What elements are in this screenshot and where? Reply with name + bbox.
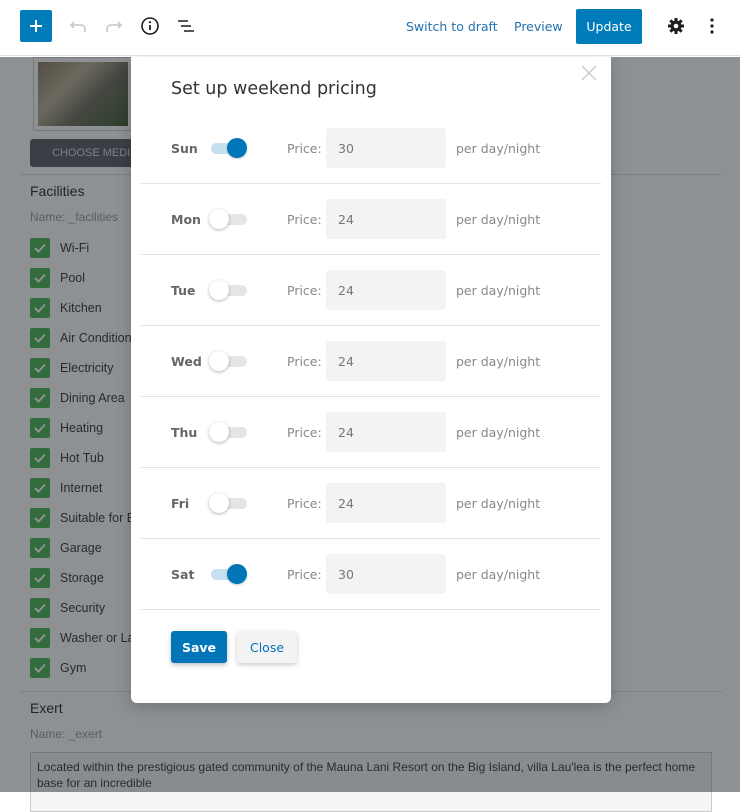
day-pricing-row: Sat Price: per day/night bbox=[141, 539, 601, 610]
list-outline-icon bbox=[178, 20, 194, 32]
price-unit-label: per day/night bbox=[456, 425, 541, 440]
undo-icon bbox=[69, 21, 86, 32]
price-input[interactable] bbox=[326, 128, 446, 168]
price-unit-label: per day/night bbox=[456, 567, 541, 582]
price-input[interactable] bbox=[326, 199, 446, 239]
price-unit-label: per day/night bbox=[456, 496, 541, 511]
day-label: Mon bbox=[171, 212, 201, 227]
price-label: Price: bbox=[287, 283, 322, 298]
switch-to-draft-button[interactable]: Switch to draft bbox=[406, 19, 498, 34]
add-block-button[interactable] bbox=[20, 10, 52, 42]
price-label: Price: bbox=[287, 212, 322, 227]
day-label: Sun bbox=[171, 141, 198, 156]
gear-icon bbox=[668, 18, 684, 34]
toggle-knob bbox=[227, 564, 247, 584]
plus-icon bbox=[30, 20, 42, 32]
info-icon bbox=[141, 17, 159, 35]
price-label: Price: bbox=[287, 354, 322, 369]
price-input[interactable] bbox=[326, 483, 446, 523]
price-input[interactable] bbox=[326, 270, 446, 310]
day-enabled-toggle[interactable] bbox=[211, 564, 247, 584]
list-view-button[interactable] bbox=[172, 12, 200, 40]
price-unit-label: per day/night bbox=[456, 283, 541, 298]
day-enabled-toggle[interactable] bbox=[211, 138, 247, 158]
toggle-knob bbox=[209, 422, 229, 442]
price-unit-label: per day/night bbox=[456, 141, 541, 156]
day-label: Sat bbox=[171, 567, 195, 582]
day-enabled-toggle[interactable] bbox=[209, 422, 247, 442]
day-label: Wed bbox=[171, 354, 202, 369]
day-label: Fri bbox=[171, 496, 190, 511]
price-input[interactable] bbox=[326, 412, 446, 452]
day-pricing-row: Wed Price: per day/night bbox=[141, 326, 601, 397]
toggle-knob bbox=[209, 351, 229, 371]
details-button[interactable] bbox=[136, 12, 164, 40]
price-input[interactable] bbox=[326, 554, 446, 594]
redo-button[interactable] bbox=[100, 12, 128, 40]
modal-close-button[interactable] bbox=[581, 65, 597, 81]
day-pricing-row: Mon Price: per day/night bbox=[141, 184, 601, 255]
price-unit-label: per day/night bbox=[456, 212, 541, 227]
weekend-pricing-modal: Set up weekend pricing Sun Price: per day/… bbox=[131, 57, 611, 703]
day-enabled-toggle[interactable] bbox=[209, 493, 247, 513]
price-label: Price: bbox=[287, 425, 322, 440]
day-enabled-toggle[interactable] bbox=[209, 351, 247, 371]
day-pricing-row: Thu Price: per day/night bbox=[141, 397, 601, 468]
price-label: Price: bbox=[287, 567, 322, 582]
day-pricing-row: Tue Price: per day/night bbox=[141, 255, 601, 326]
undo-button[interactable] bbox=[64, 12, 92, 40]
price-input[interactable] bbox=[326, 341, 446, 381]
redo-icon bbox=[106, 21, 123, 32]
close-button[interactable]: Close bbox=[237, 631, 297, 663]
preview-button[interactable]: Preview bbox=[514, 19, 563, 34]
day-pricing-row: Sun Price: per day/night bbox=[141, 113, 601, 184]
save-button[interactable]: Save bbox=[171, 631, 227, 663]
vertical-ellipsis-icon bbox=[710, 18, 714, 34]
modal-title: Set up weekend pricing bbox=[171, 79, 377, 99]
toggle-knob bbox=[209, 280, 229, 300]
toggle-knob bbox=[209, 493, 229, 513]
price-unit-label: per day/night bbox=[456, 354, 541, 369]
day-enabled-toggle[interactable] bbox=[209, 280, 247, 300]
price-label: Price: bbox=[287, 141, 322, 156]
settings-button[interactable] bbox=[662, 12, 690, 40]
day-label: Tue bbox=[171, 283, 196, 298]
editor-toolbar: Switch to draft Preview Update bbox=[0, 0, 740, 56]
update-button[interactable]: Update bbox=[576, 9, 642, 44]
day-pricing-row: Fri Price: per day/night bbox=[141, 468, 601, 539]
close-icon bbox=[581, 65, 597, 81]
price-label: Price: bbox=[287, 496, 322, 511]
toggle-knob bbox=[227, 138, 247, 158]
day-enabled-toggle[interactable] bbox=[209, 209, 247, 229]
day-label: Thu bbox=[171, 425, 198, 440]
more-options-button[interactable] bbox=[698, 12, 726, 40]
toggle-knob bbox=[209, 209, 229, 229]
